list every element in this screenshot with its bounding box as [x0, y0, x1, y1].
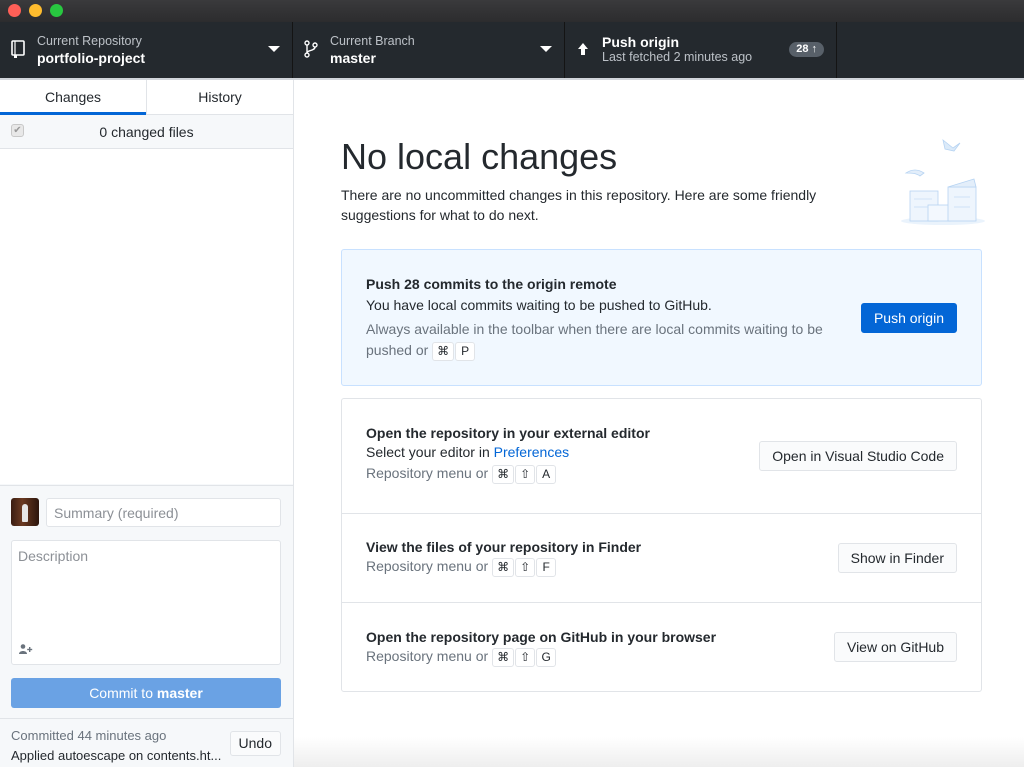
shortcut-key: A [536, 464, 557, 484]
push-suggestion-card: Push 28 commits to the origin remote You… [341, 249, 982, 386]
view-on-github-button[interactable]: View on GitHub [833, 632, 957, 662]
intro-text: There are no uncommitted changes in this… [341, 187, 817, 223]
action-hint: Repository menu or ⌘ ⇧ F [366, 556, 641, 577]
action-description-text: Select your editor in [366, 444, 494, 460]
shift-key-icon: ⇧ [515, 647, 536, 667]
commit-description-box [11, 540, 281, 665]
show-in-finder-button[interactable]: Show in Finder [837, 543, 957, 573]
open-editor-action: Open the repository in your external edi… [342, 399, 981, 514]
open-in-editor-button[interactable]: Open in Visual Studio Code [759, 441, 957, 471]
repository-label: Current Repository [37, 34, 142, 48]
action-title: Open the repository in your external edi… [366, 425, 650, 441]
push-title: Push origin [602, 34, 679, 50]
commit-button-branch: master [156, 685, 203, 701]
commit-description-input[interactable] [12, 541, 280, 636]
toolbar: Current Repository portfolio-project Cur… [0, 22, 1024, 80]
action-hint-text: Repository menu or [366, 465, 489, 481]
window-titlebar [0, 0, 1024, 22]
empty-state-illustration [898, 135, 988, 225]
last-commit-panel: Committed 44 minutes ago Applied autoesc… [0, 718, 293, 767]
commit-button-prefix: Commit to [89, 685, 157, 701]
last-commit-time: Committed 44 minutes ago [11, 728, 167, 743]
push-origin-card-button[interactable]: Push origin [860, 303, 957, 333]
current-branch-dropdown[interactable]: Current Branch master [293, 22, 565, 78]
avatar [11, 498, 39, 526]
show-in-finder-action: View the files of your repository in Fin… [342, 514, 981, 603]
commit-button[interactable]: Commit to master [11, 678, 281, 708]
tab-changes[interactable]: Changes [0, 80, 146, 115]
action-title: View the files of your repository in Fin… [366, 539, 642, 555]
shift-key-icon: ⇧ [515, 464, 536, 484]
changed-files-header: ✔ 0 changed files [0, 115, 293, 149]
changed-files-count: 0 changed files [99, 124, 194, 140]
window-maximize-button[interactable] [50, 4, 63, 17]
last-commit-message: Applied autoescape on contents.ht... [11, 748, 222, 763]
select-all-checkbox[interactable]: ✔ [11, 124, 24, 137]
repository-name: portfolio-project [37, 50, 146, 66]
commits-ahead-badge: 28 ↑ [789, 42, 824, 57]
action-hint: Repository menu or ⌘ ⇧ G [366, 646, 716, 667]
sidebar: Changes History ✔ 0 changed files Commit… [0, 80, 294, 767]
arrow-up-icon [575, 39, 591, 59]
last-fetched-text: Last fetched 2 minutes ago [602, 50, 753, 64]
push-origin-button[interactable]: Push origin Last fetched 2 minutes ago 2… [565, 22, 837, 78]
command-key-icon: ⌘ [432, 341, 455, 361]
current-repository-dropdown[interactable]: Current Repository portfolio-project [0, 22, 293, 78]
chevron-down-icon [540, 46, 552, 52]
push-card-hint: Always available in the toolbar when the… [366, 319, 836, 361]
command-key-icon: ⌘ [492, 647, 515, 667]
undo-button[interactable]: Undo [229, 731, 281, 756]
shortcut-key: F [536, 557, 557, 577]
commit-form: Commit to master [0, 485, 293, 718]
sidebar-tabs: Changes History [0, 80, 293, 115]
command-key-icon: ⌘ [492, 464, 515, 484]
window-minimize-button[interactable] [29, 4, 42, 17]
add-coauthor-icon[interactable] [19, 644, 33, 657]
action-title: Open the repository page on GitHub in yo… [366, 629, 717, 645]
commit-summary-input[interactable] [46, 498, 281, 527]
git-branch-icon [303, 39, 319, 59]
window-close-button[interactable] [8, 4, 21, 17]
tab-history[interactable]: History [146, 80, 293, 114]
push-card-description: You have local commits waiting to be pus… [366, 297, 712, 313]
action-hint: Repository menu or ⌘ ⇧ A [366, 463, 650, 484]
branch-name: master [330, 50, 376, 66]
page-title: No local changes [341, 136, 618, 177]
command-key-icon: ⌘ [492, 557, 515, 577]
suggested-actions-card: Open the repository in your external edi… [341, 398, 982, 692]
main-content: No local changes There are no uncommitte… [294, 80, 1024, 767]
action-hint-text: Repository menu or [366, 558, 489, 574]
shortcut-key: G [536, 647, 557, 667]
shortcut-key: P [455, 341, 476, 361]
shift-key-icon: ⇧ [515, 557, 536, 577]
view-on-github-action: Open the repository page on GitHub in yo… [342, 603, 981, 691]
action-hint-text: Repository menu or [366, 648, 489, 664]
action-description: Select your editor in Preferences [366, 444, 650, 460]
branch-label: Current Branch [330, 34, 415, 48]
changed-file-list [0, 149, 293, 484]
push-card-title: Push 28 commits to the origin remote [366, 276, 617, 292]
repo-icon [10, 39, 26, 59]
chevron-down-icon [268, 46, 280, 52]
preferences-link[interactable]: Preferences [494, 444, 569, 460]
